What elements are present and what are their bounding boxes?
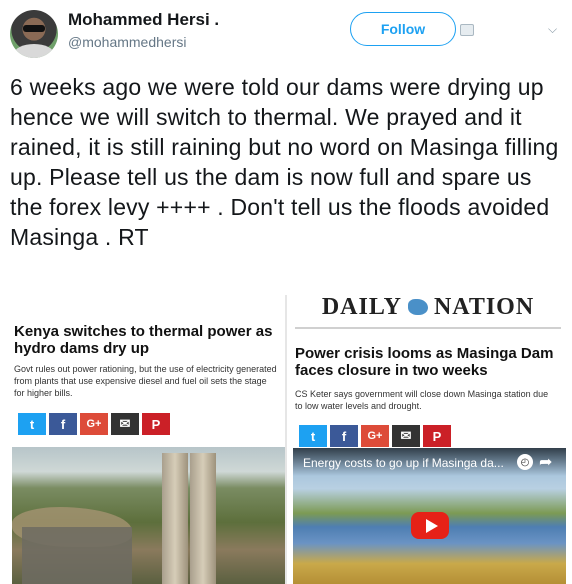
tweet-header: Mohammed Hersi . @mohammedhersi Follow ⌵ <box>0 0 572 70</box>
twitter-icon: t <box>18 413 46 435</box>
masthead-right: NATION <box>433 295 535 320</box>
avatar[interactable] <box>10 10 58 58</box>
article-subtext: Govt rules out power rationing, but the … <box>14 364 277 398</box>
chevron-down-icon[interactable]: ⌵ <box>548 22 560 36</box>
google-plus-icon: G+ <box>80 413 108 435</box>
article-subtext: CS Keter says government will close down… <box>295 389 549 411</box>
avatar-glasses <box>23 25 45 32</box>
twitter-icon: t <box>299 425 327 447</box>
pinterest-icon: P <box>142 413 170 435</box>
plant-building <box>22 527 132 584</box>
masthead-emblem-icon <box>407 299 428 315</box>
tweet-media[interactable]: Kenya switches to thermal power as hydro… <box>10 295 566 584</box>
article-image-left[interactable]: Kenya switches to thermal power as hydro… <box>10 295 287 584</box>
email-icon: ✉ <box>392 425 420 447</box>
article-image-right[interactable]: DAILY NATION Power crisis looms as Masin… <box>289 295 566 584</box>
video-embed[interactable]: Energy costs to go up if Masinga da... ◴… <box>293 448 566 584</box>
article-headline: Kenya switches to thermal power as hydro… <box>14 323 273 357</box>
masthead-divider <box>295 327 561 329</box>
card-icon[interactable] <box>460 24 474 36</box>
play-button[interactable] <box>411 512 449 539</box>
author-name[interactable]: Mohammed Hersi . <box>68 10 219 30</box>
tweet-text: 6 weeks ago we were told our dams were d… <box>10 74 559 250</box>
author-handle[interactable]: @mohammedhersi <box>68 34 186 50</box>
video-title[interactable]: Energy costs to go up if Masinga da... <box>303 456 503 470</box>
masthead-left: DAILY <box>321 295 402 320</box>
power-plant-photo <box>12 447 285 584</box>
avatar-shirt <box>14 44 54 58</box>
google-plus-icon: G+ <box>361 425 389 447</box>
pinterest-icon: P <box>423 425 451 447</box>
share-row: t f G+ ✉ P <box>299 425 451 447</box>
email-icon: ✉ <box>111 413 139 435</box>
share-arrow-icon[interactable]: ➦ <box>539 452 552 472</box>
facebook-icon: f <box>330 425 358 447</box>
newspaper-masthead: DAILY NATION <box>293 295 563 321</box>
play-icon <box>425 518 438 533</box>
follow-button[interactable]: Follow <box>350 12 456 46</box>
watch-later-icon[interactable]: ◴ <box>517 454 533 470</box>
share-row: t f G+ ✉ P <box>18 413 170 435</box>
article-headline: Power crisis looms as Masinga Dam faces … <box>295 345 554 379</box>
facebook-icon: f <box>49 413 77 435</box>
tower <box>190 453 216 584</box>
tower <box>162 453 188 584</box>
